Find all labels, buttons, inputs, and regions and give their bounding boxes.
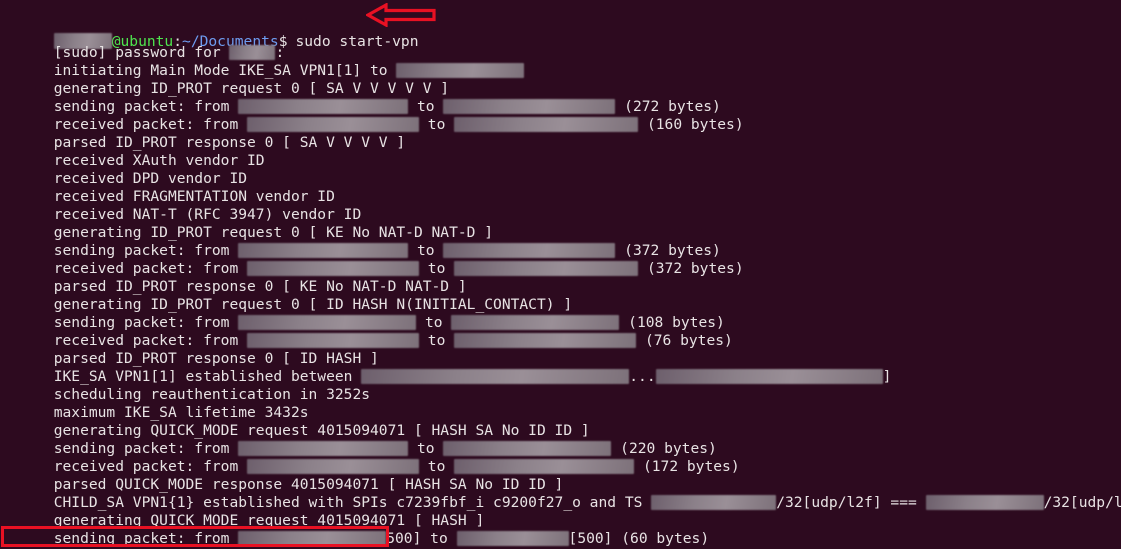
log-line-generating-idprot-hash: generating ID_PROT request 0 [ ID HASH N… bbox=[0, 278, 1121, 313]
log-line-connection-established: connection 'VPN1' established successful… bbox=[0, 530, 1121, 549]
log-line-parsed-idprot-sa: parsed ID_PROT response 0 [ SA V V V V ] bbox=[0, 116, 1121, 151]
log-line-sending-60: sending packet: from 500] to [500] (60 b… bbox=[0, 512, 1121, 547]
log-line-received-160: received packet: from to (160 bytes) bbox=[0, 98, 1121, 133]
log-line-childsa-established: CHILD_SA VPN1{1} established with SPIs c… bbox=[0, 476, 1121, 511]
prompt-line: @ubuntu:~/Documents$ sudo start-vpn bbox=[0, 0, 1121, 50]
log-line-sending-272: sending packet: from to (272 bytes) bbox=[0, 80, 1121, 115]
log-line-ikesa-established: IKE_SA VPN1[1] established between ...] bbox=[0, 350, 1121, 385]
terminal-window[interactable]: @ubuntu:~/Documents$ sudo start-vpn [sudo… bbox=[0, 0, 1121, 549]
log-line-xauth-vendor: received XAuth vendor ID bbox=[0, 134, 1121, 169]
log-line-fragmentation-vendor: received FRAGMENTATION vendor ID bbox=[0, 170, 1121, 205]
log-line-received-76: received packet: from to (76 bytes) bbox=[0, 314, 1121, 349]
log-line-parsed-idprot-idhash: parsed ID_PROT response 0 [ ID HASH ] bbox=[0, 332, 1121, 367]
log-line-sending-108: sending packet: from to (108 bytes) bbox=[0, 296, 1121, 331]
log-line-sudo-password: [sudo] password for : bbox=[0, 26, 1121, 61]
log-line-received-372: received packet: from to (372 bytes) bbox=[0, 242, 1121, 277]
log-line-generating-idprot-ke: generating ID_PROT request 0 [ KE No NAT… bbox=[0, 206, 1121, 241]
log-line-dpd-vendor: received DPD vendor ID bbox=[0, 152, 1121, 187]
log-line-received-172: received packet: from to (172 bytes) bbox=[0, 440, 1121, 475]
log-line-max-lifetime: maximum IKE_SA lifetime 3432s bbox=[0, 386, 1121, 421]
log-line-parsed-quickmode: parsed QUICK_MODE response 4015094071 [ … bbox=[0, 458, 1121, 493]
log-line-sending-372: sending packet: from to (372 bytes) bbox=[0, 224, 1121, 259]
log-line-generating-quickmode: generating QUICK_MODE request 4015094071… bbox=[0, 404, 1121, 439]
log-line-generating-idprot-sa: generating ID_PROT request 0 [ SA V V V … bbox=[0, 62, 1121, 97]
log-line-initiating-main-mode: initiating Main Mode IKE_SA VPN1[1] to bbox=[0, 44, 1121, 79]
log-line-sending-220: sending packet: from to (220 bytes) bbox=[0, 422, 1121, 457]
log-line-natt-vendor: received NAT-T (RFC 3947) vendor ID bbox=[0, 188, 1121, 223]
log-line-generating-quickmode-hash: generating QUICK_MODE request 4015094071… bbox=[0, 494, 1121, 529]
log-line-scheduling-reauth: scheduling reauthentication in 3252s bbox=[0, 368, 1121, 403]
log-line-parsed-idprot-ke: parsed ID_PROT response 0 [ KE No NAT-D … bbox=[0, 260, 1121, 295]
terminal-output: @ubuntu:~/Documents$ sudo start-vpn [sudo… bbox=[0, 0, 1121, 549]
